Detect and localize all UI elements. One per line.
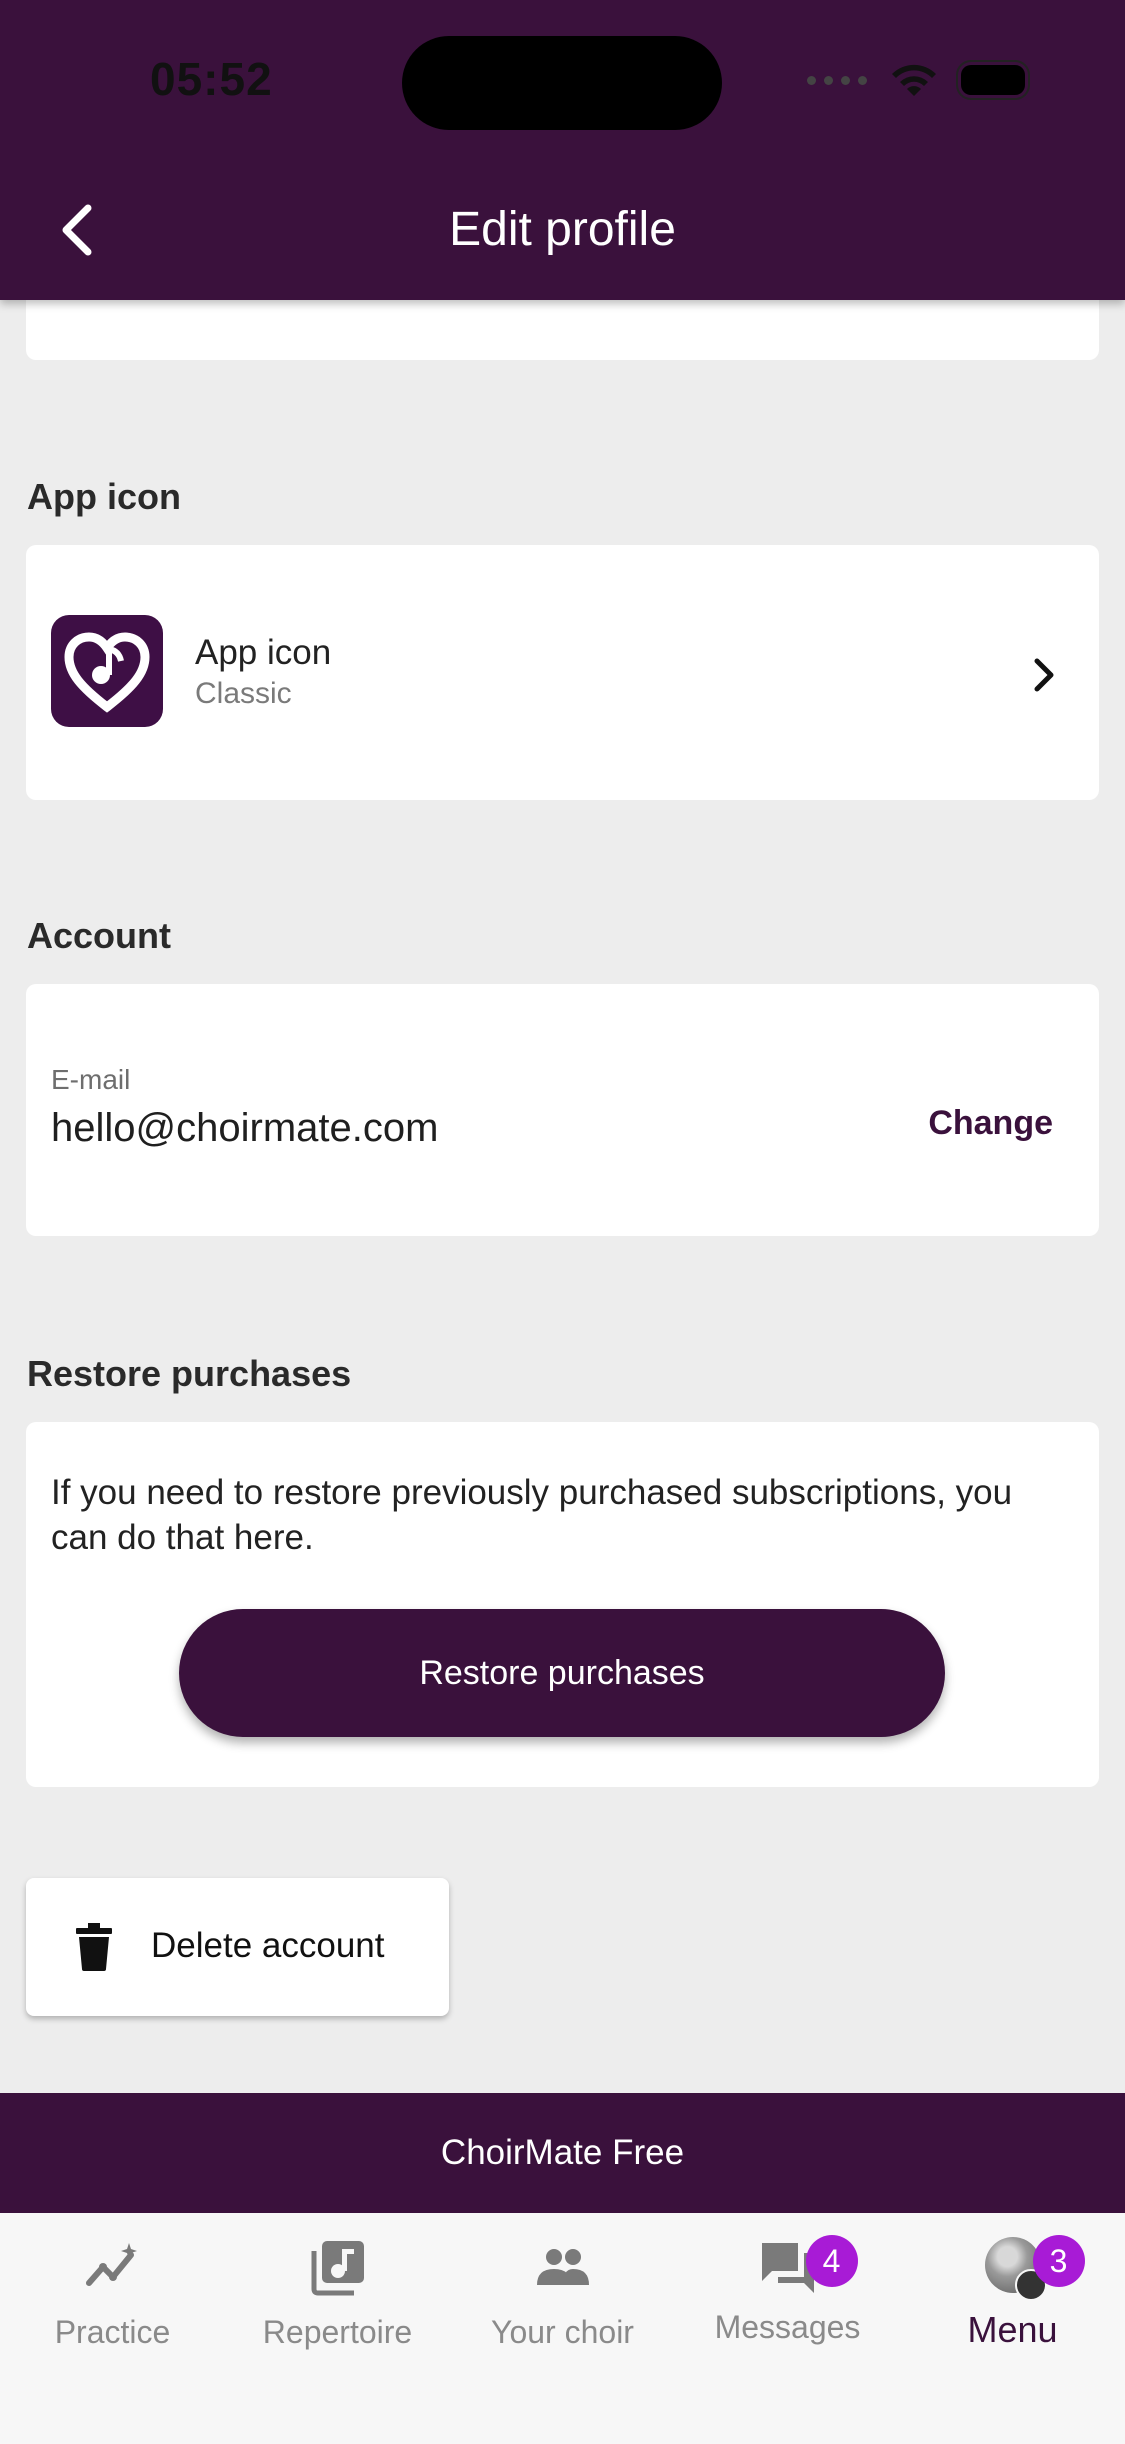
plan-banner-text: ChoirMate Free xyxy=(440,2133,685,2172)
trash-icon xyxy=(76,1923,112,1971)
plan-banner[interactable]: ChoirMate Free xyxy=(0,2093,1125,2213)
email-value: hello@choirmate.com xyxy=(51,1106,439,1150)
previous-card xyxy=(26,290,1099,360)
tab-label: Menu xyxy=(967,2309,1058,2350)
app-icon-row-subtitle: Classic xyxy=(195,677,292,710)
account-card: E-mail hello@choirmate.com Change xyxy=(26,984,1099,1236)
chevron-right-icon xyxy=(1034,658,1054,692)
restore-purchases-heading: Restore purchases xyxy=(27,1353,352,1394)
messages-icon-wrap: 4 xyxy=(758,2235,858,2297)
messages-badge: 4 xyxy=(805,2235,858,2287)
tab-messages[interactable]: 4 Messages xyxy=(675,2235,900,2357)
dynamic-island xyxy=(402,36,722,130)
tab-your-choir[interactable]: Your choir xyxy=(450,2237,675,2357)
restore-purchases-card: If you need to restore previously purcha… xyxy=(26,1422,1099,1787)
restore-purchases-button-label: Restore purchases xyxy=(419,1653,705,1692)
app-icon-row[interactable]: App icon Classic xyxy=(26,545,1099,800)
tab-label: Repertoire xyxy=(262,2314,413,2350)
restore-description: If you need to restore previously purcha… xyxy=(51,1473,1013,1557)
email-label: E-mail xyxy=(51,1064,131,1095)
menu-badge: 3 xyxy=(1032,2235,1085,2287)
bottom-tab-bar: Practice Repertoire Your choir 4 Message… xyxy=(0,2213,1125,2444)
app-icon-row-title: App icon xyxy=(195,633,332,672)
tab-menu[interactable]: 3 Menu xyxy=(900,2235,1125,2357)
heart-note-icon xyxy=(64,632,150,713)
wifi-icon xyxy=(892,64,936,96)
tab-label: Messages xyxy=(714,2309,861,2345)
change-email-button[interactable]: Change xyxy=(928,1104,1053,1143)
signal-icon xyxy=(807,75,867,85)
account-heading: Account xyxy=(27,915,171,956)
tab-repertoire[interactable]: Repertoire xyxy=(225,2237,450,2357)
music-library-icon xyxy=(311,2241,364,2296)
app-icon-heading: App icon xyxy=(27,476,181,517)
group-icon xyxy=(536,2249,589,2285)
tab-practice[interactable]: Practice xyxy=(0,2237,225,2357)
tab-label: Practice xyxy=(54,2314,171,2350)
practice-chart-icon xyxy=(85,2243,137,2286)
delete-account-button[interactable]: Delete account xyxy=(26,1878,449,2016)
status-time: 05:52 xyxy=(150,53,273,105)
avatar xyxy=(984,2237,1047,2301)
restore-purchases-button[interactable]: Restore purchases xyxy=(179,1609,945,1737)
app-icon-thumbnail xyxy=(51,615,163,727)
battery-icon xyxy=(961,65,1025,95)
menu-icon-wrap: 3 xyxy=(983,2235,1085,2301)
delete-account-label: Delete account xyxy=(151,1926,385,1965)
app-header: 05:52 Edit profile xyxy=(0,0,1125,300)
page-title: Edit profile xyxy=(449,203,676,256)
tab-label: Your choir xyxy=(491,2314,634,2350)
status-icons xyxy=(807,62,1025,98)
